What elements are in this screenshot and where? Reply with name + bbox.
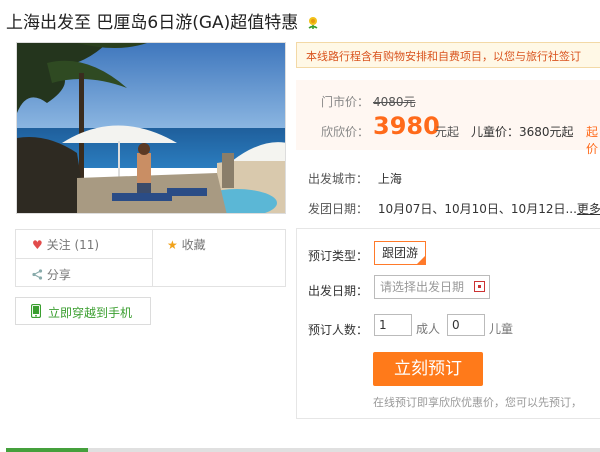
divider: [152, 230, 153, 258]
share-button[interactable]: 分享: [32, 266, 71, 283]
calendar-icon: [474, 281, 485, 292]
departure-city-label: 出发城市：: [308, 172, 369, 186]
divider: [16, 258, 152, 259]
departure-date-value: 10月07日、10月10日、10月12日...: [377, 202, 577, 216]
adult-label: 成人: [416, 322, 441, 336]
booking-form: 预订类型： 跟团游 出发日期： 请选择出发日期 预订人数： 1 成人 0 儿童 …: [296, 228, 600, 419]
departure-date-label: 发团日期：: [308, 202, 369, 216]
page-title-text: 上海出发至 巴厘岛6日游(GA)超值特惠: [6, 13, 299, 33]
more-dates-link[interactable]: 更多: [577, 202, 600, 216]
sale-price-value: 3980: [373, 112, 440, 140]
share-label: 分享: [46, 268, 71, 282]
child-count-input[interactable]: 0: [447, 314, 485, 336]
departure-city-value: 上海: [377, 172, 402, 186]
departure-date-input[interactable]: 请选择出发日期: [374, 275, 490, 299]
booking-type-value: 跟团游: [381, 246, 418, 260]
adult-count-input[interactable]: 1: [374, 314, 412, 336]
divider: [152, 258, 153, 287]
adult-count-value: 1: [379, 318, 387, 332]
booking-note: 在线预订即享欣欣优惠价，您可以先预订，: [373, 396, 582, 409]
notice-text: 本线路行程含有购物安排和自费项目，以您与旅行社签订: [306, 50, 581, 63]
date-placeholder: 请选择出发日期: [380, 280, 465, 294]
active-tab-indicator: [6, 448, 88, 452]
extra-price-link[interactable]: 起价: [586, 123, 600, 157]
send-to-phone-label: 立即穿越到手机: [48, 306, 133, 320]
sale-price-label: 欣欣价：: [321, 125, 370, 139]
tab-strip: [6, 448, 600, 452]
star-icon: ★: [167, 238, 178, 252]
booking-type-option[interactable]: 跟团游: [374, 241, 426, 265]
departure-date-field-label: 出发日期：: [308, 284, 369, 298]
price-panel: 门市价： 4080元 欣欣价： 3980 元起 儿童价：3680元起 起价: [296, 80, 600, 156]
sale-price-unit: 元起: [435, 125, 460, 139]
follow-label: 关注: [46, 238, 71, 252]
action-panel: ♥ 关注 (11) ★ 收藏 分享: [15, 229, 286, 287]
child-price: 儿童价：3680元起: [471, 125, 574, 139]
resort-pool-image: [17, 43, 285, 213]
heart-icon: ♥: [32, 238, 43, 252]
booking-type-label: 预订类型：: [308, 249, 369, 263]
book-now-button[interactable]: 立刻预订: [373, 352, 483, 386]
tour-photo[interactable]: [16, 42, 286, 214]
collect-button[interactable]: ★ 收藏: [167, 236, 206, 253]
send-to-phone-button[interactable]: 立即穿越到手机: [15, 297, 151, 325]
collect-label: 收藏: [181, 238, 206, 252]
share-icon: [32, 269, 43, 280]
flower-icon: [308, 17, 318, 29]
departure-date-row: 发团日期： 10月07日、10月10日、10月12日...更多，: [308, 200, 600, 217]
follow-count: (11): [74, 238, 100, 252]
page-title: 上海出发至 巴厘岛6日游(GA)超值特惠: [6, 8, 320, 33]
selected-check-icon: [416, 255, 426, 265]
phone-icon: [31, 304, 41, 318]
book-now-label: 立刻预订: [394, 359, 462, 379]
departure-city-row: 出发城市： 上海: [308, 170, 402, 187]
people-count-label: 预订人数：: [308, 323, 369, 337]
market-price-label: 门市价：: [321, 95, 370, 109]
follow-button[interactable]: ♥ 关注 (11): [32, 236, 99, 253]
market-price-value: 4080元: [373, 95, 416, 109]
child-count-value: 0: [452, 318, 460, 332]
child-label: 儿童: [489, 322, 514, 336]
shopping-notice: 本线路行程含有购物安排和自费项目，以您与旅行社签订: [296, 42, 600, 68]
